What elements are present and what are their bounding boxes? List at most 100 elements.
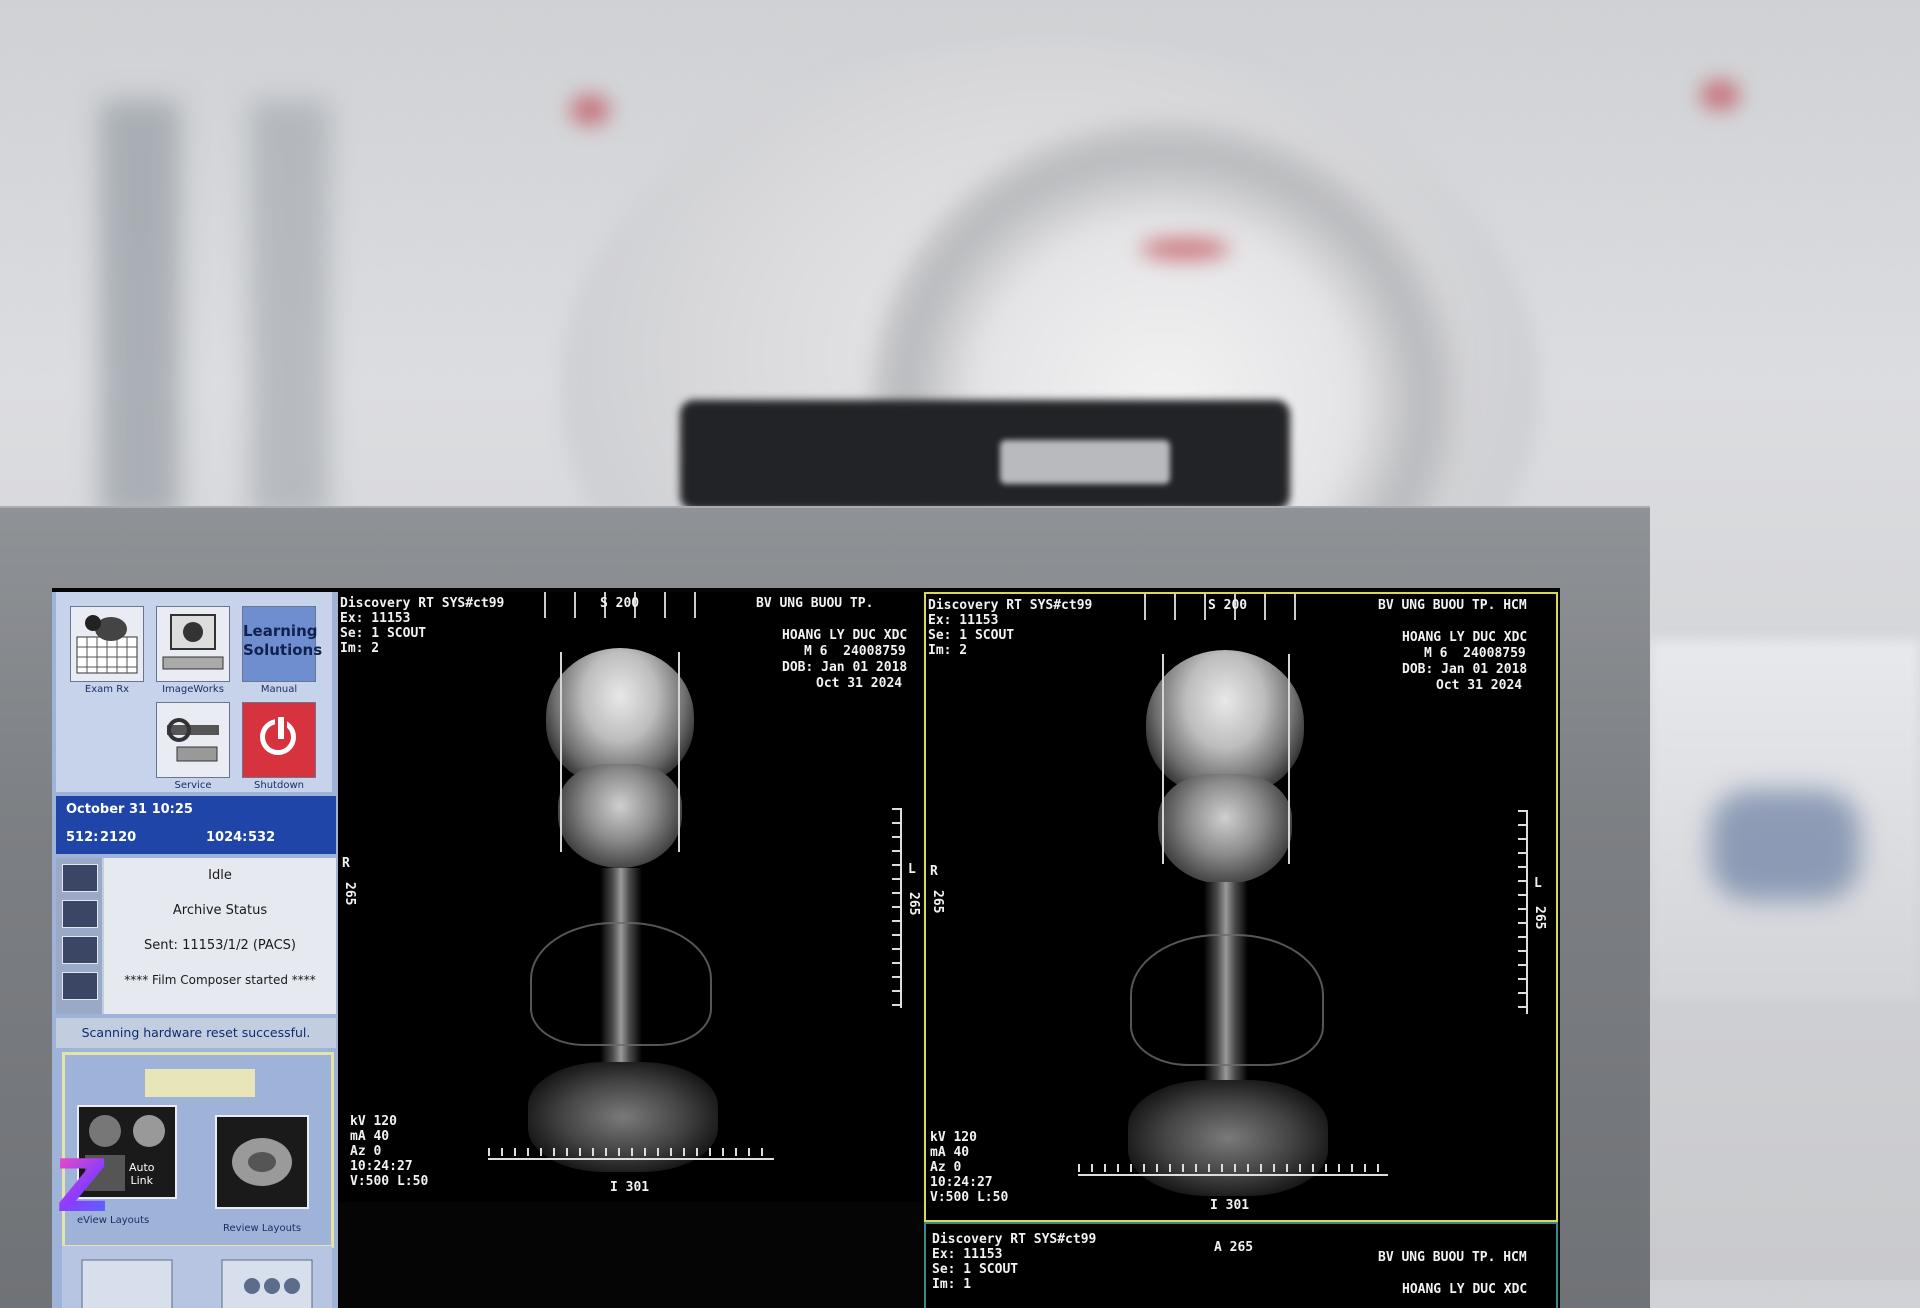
exam-rx-button[interactable]: Exam Rx [68, 606, 146, 695]
service-icon [156, 702, 230, 778]
scout-abdomen [1128, 1080, 1328, 1196]
ma-value: mA 40 [350, 1129, 390, 1144]
status-line: **** Film Composer started **** [124, 973, 316, 987]
panel-bottom-tools [62, 1246, 332, 1308]
counter-1024-value: 532 [248, 830, 276, 845]
network-status-icon[interactable] [62, 900, 98, 928]
site-label: Discovery RT SYS#ct99 [932, 1232, 1097, 1247]
learning-solutions-button[interactable]: Learning Solutions Manual [240, 606, 322, 695]
patient-name: HOANG LY DUC XDC [1402, 630, 1528, 645]
review-layouts-label: Review Layouts [223, 1223, 302, 1234]
learning-solutions-icon: Learning Solutions [242, 606, 322, 682]
patient-id: M 6 24008759 [1424, 646, 1526, 661]
system-datetime-bar: October 31 10:25 512: 2120 1024: 532 [56, 796, 336, 854]
film-status-icon[interactable] [62, 972, 98, 1000]
series-label: Se: 1 SCOUT [928, 628, 1015, 643]
study-date: Oct 31 2024 [1436, 678, 1523, 693]
scanner-status-icon[interactable] [62, 864, 98, 892]
series-label: Se: 1 SCOUT [932, 1262, 1019, 1277]
counter-512-value: 2120 [100, 830, 137, 845]
superior-marker: S 200 [600, 596, 640, 611]
image-number: Im: 1 [932, 1277, 972, 1292]
horizontal-scale-ruler [1078, 1164, 1388, 1176]
kv-value: kV 120 [930, 1130, 977, 1145]
scout-face [558, 764, 682, 868]
background-pillar [100, 100, 180, 520]
vertical-scale-ruler [1516, 810, 1528, 1014]
exam-number: Ex: 11153 [932, 1247, 1003, 1262]
scout-face [1158, 774, 1292, 884]
anterior-marker: A 265 [1214, 1240, 1254, 1255]
right-value: 265 [930, 890, 945, 914]
exam-rx-icon [70, 606, 144, 682]
scout-thorax [1130, 934, 1324, 1066]
review-layouts-button[interactable] [215, 1115, 309, 1209]
inferior-marker: I 301 [610, 1180, 650, 1195]
auto-link-button[interactable]: Auto Link [129, 1161, 155, 1187]
counter-1024-label: 1024: [206, 830, 248, 845]
archive-status-icon[interactable] [62, 936, 98, 964]
image-number: Im: 2 [928, 643, 968, 658]
layout-header-strip [145, 1069, 255, 1097]
hospital-name: BV UNG BUOU TP. HCM [1378, 598, 1527, 613]
system-message: Scanning hardware reset successful. [56, 1018, 336, 1048]
superior-marker: S 200 [1208, 598, 1248, 613]
shutdown-button[interactable]: Shutdown [240, 702, 318, 791]
vertical-scale-ruler [890, 808, 902, 1008]
scan-time: 10:24:27 [350, 1159, 413, 1174]
horizontal-scale-ruler [488, 1148, 774, 1160]
series-label: Se: 1 SCOUT [340, 626, 427, 641]
image-viewport[interactable]: Discovery RT SYS#ct99 Ex: 11153 Se: 1 SC… [924, 1222, 1558, 1308]
monitor-screen: Exam Rx ImageWorks Learning Solutions Ma… [52, 588, 1560, 1308]
image-viewport-active[interactable]: Discovery RT SYS#ct99 Ex: 11153 Se: 1 SC… [924, 592, 1558, 1222]
right-marker: R [342, 856, 350, 871]
background-pillar [250, 100, 330, 520]
window-level: V:500 L:50 [350, 1174, 429, 1189]
inferior-marker: I 301 [1210, 1198, 1250, 1213]
scan-time: 10:24:27 [930, 1175, 993, 1190]
couch-label [1000, 440, 1170, 484]
gantry-red-indicator [1700, 80, 1740, 110]
right-marker: R [930, 864, 938, 879]
ma-value: mA 40 [930, 1145, 970, 1160]
patient-name: HOANG LY DUC XDC [1402, 1282, 1528, 1297]
status-line: Sent: 11153/1/2 (PACS) [143, 938, 297, 953]
exam-number: Ex: 11153 [928, 613, 999, 628]
az-value: Az 0 [930, 1160, 962, 1175]
archive-status-panel: Idle Archive Status Sent: 11153/1/2 (PAC… [56, 858, 336, 1014]
window-level: V:500 L:50 [930, 1190, 1009, 1205]
hospital-name: BV UNG BUOU TP. HCM [1378, 1250, 1527, 1265]
ct-couch [680, 400, 1290, 510]
imageworks-icon [156, 606, 230, 682]
watermark-logo: Z [56, 1146, 116, 1226]
image-number: Im: 2 [340, 641, 380, 656]
patient-dob: DOB: Jan 01 2018 [782, 660, 908, 675]
hospital-name: BV UNG BUOU TP. [756, 596, 874, 611]
kv-value: kV 120 [350, 1114, 397, 1129]
background-device [1650, 640, 1920, 1000]
system-date: October 31 10:25 [66, 802, 193, 817]
power-icon [242, 702, 316, 778]
study-date: Oct 31 2024 [816, 676, 903, 691]
scout-thorax [530, 922, 712, 1046]
right-value: 265 [342, 882, 357, 906]
az-value: Az 0 [350, 1144, 382, 1159]
status-line: Archive Status [172, 903, 268, 918]
counter-512-label: 512: [66, 830, 99, 845]
site-label: Discovery RT SYS#ct99 [340, 596, 505, 611]
image-viewport[interactable]: Discovery RT SYS#ct99 Ex: 11153 Se: 1 SC… [338, 592, 922, 1202]
app-launcher: Exam Rx ImageWorks Learning Solutions Ma… [56, 592, 332, 792]
left-value: 265 [906, 892, 921, 916]
site-label: Discovery RT SYS#ct99 [928, 598, 1093, 613]
exam-number: Ex: 11153 [340, 611, 411, 626]
imageworks-button[interactable]: ImageWorks [154, 606, 232, 695]
patient-id: M 6 24008759 [804, 644, 906, 659]
left-value: 265 [1532, 906, 1547, 930]
patient-dob: DOB: Jan 01 2018 [1402, 662, 1528, 677]
status-line: Idle [208, 868, 232, 883]
left-marker: L [908, 862, 916, 877]
service-button[interactable]: Service [154, 702, 232, 791]
gantry-red-indicator [1140, 238, 1230, 260]
left-marker: L [1534, 876, 1542, 891]
gantry-red-indicator [570, 95, 610, 125]
